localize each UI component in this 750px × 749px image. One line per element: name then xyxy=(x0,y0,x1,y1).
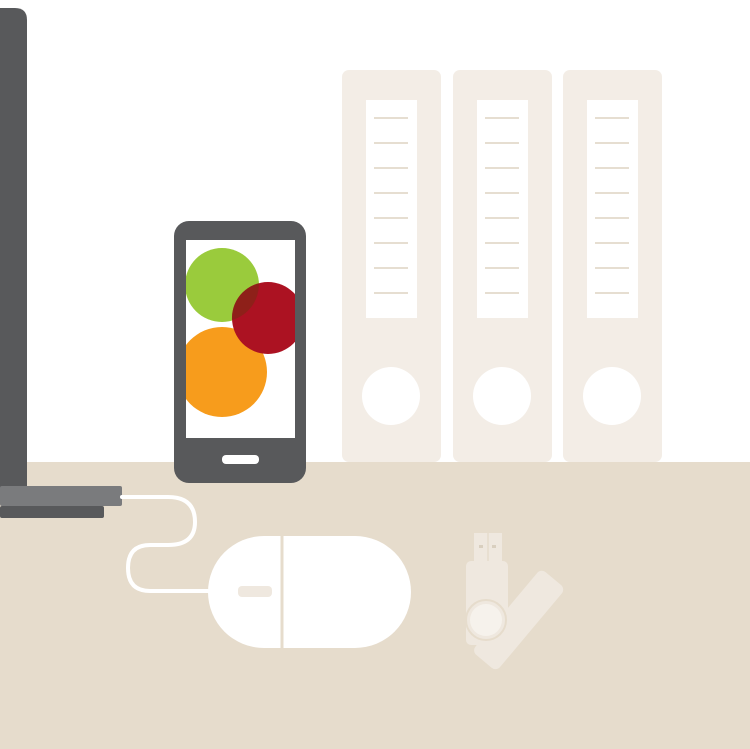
binder-3 xyxy=(563,70,662,462)
mouse-icon xyxy=(208,536,411,648)
binder-2 xyxy=(453,70,552,462)
binder-shelf xyxy=(342,70,662,462)
office-desk-illustration xyxy=(0,0,750,749)
binder-1 xyxy=(342,70,441,462)
smartphone-icon xyxy=(174,221,306,483)
